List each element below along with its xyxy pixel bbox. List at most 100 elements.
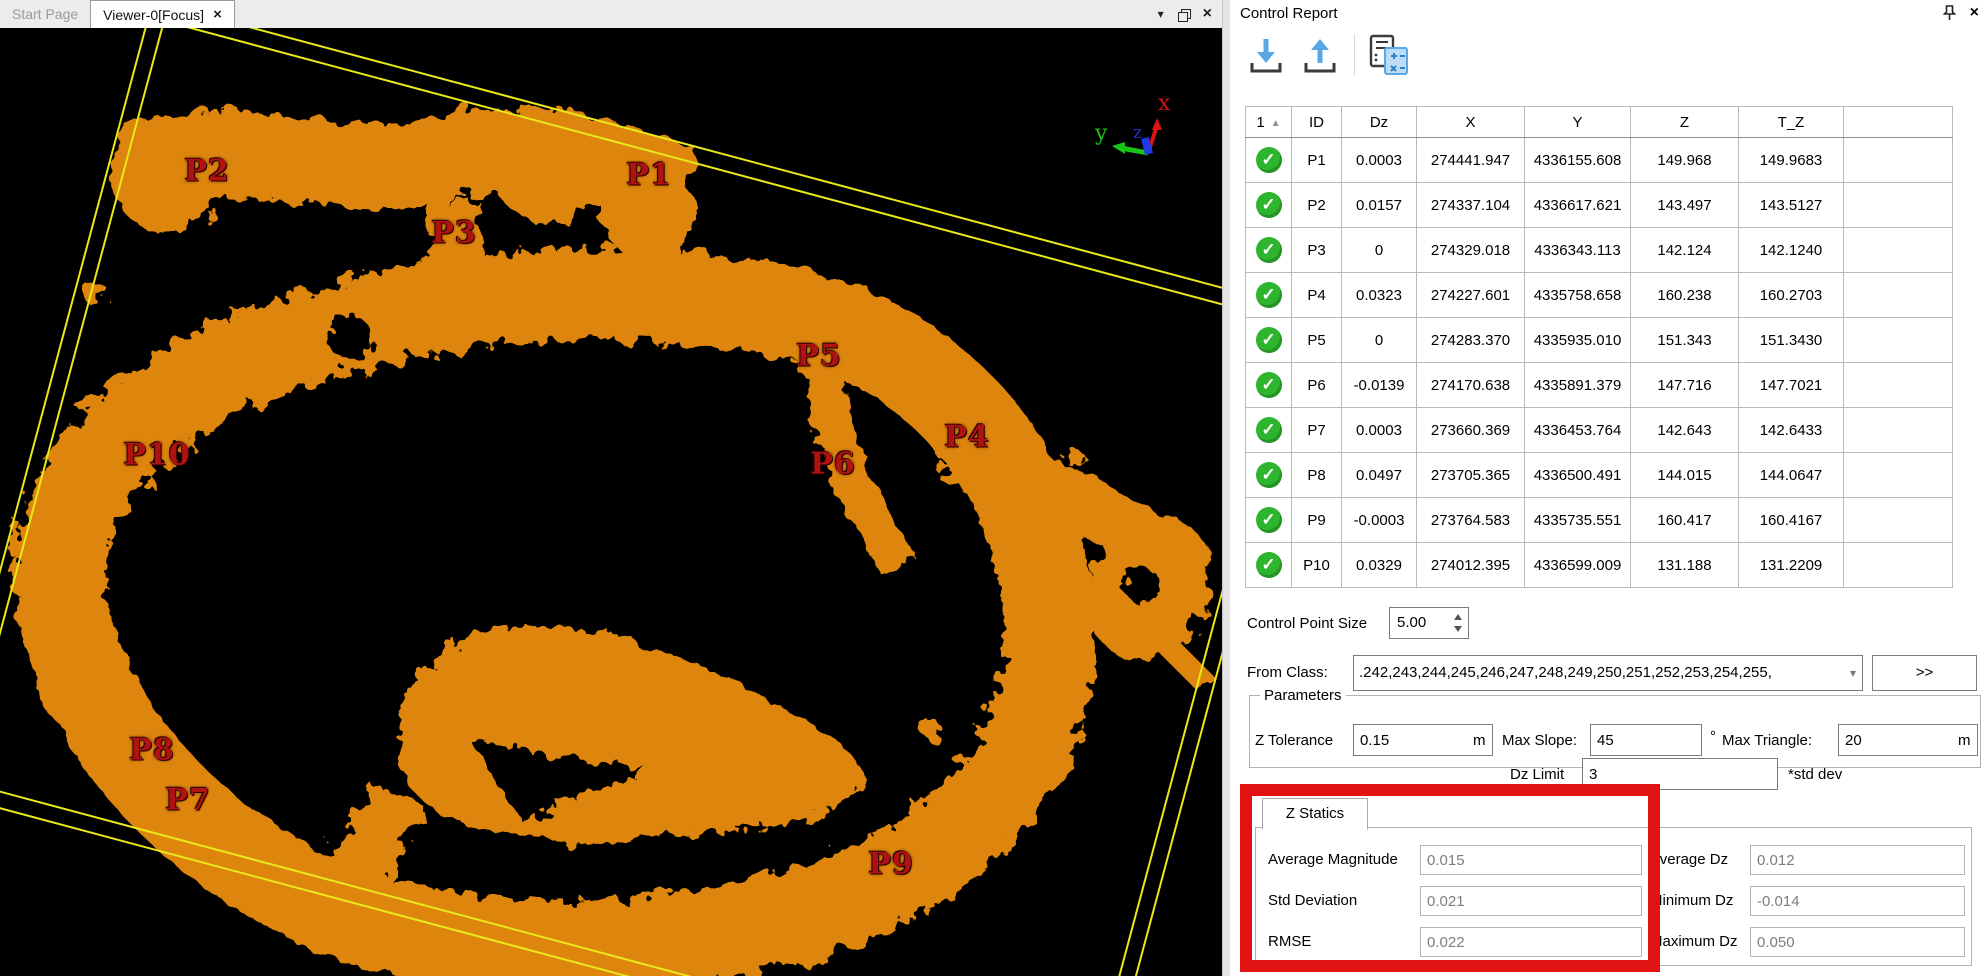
table-cell: 144.015 (1631, 453, 1739, 498)
table-row[interactable]: ✓P10.0003274441.9474336155.608149.968149… (1246, 138, 1953, 183)
col-header-x[interactable]: X (1417, 107, 1525, 138)
status-ok-icon: ✓ (1256, 237, 1282, 263)
col-header-empty (1844, 107, 1953, 138)
import-button[interactable] (1242, 32, 1290, 78)
rmse-label: RMSE (1268, 933, 1311, 950)
average-magnitude-field[interactable] (1420, 845, 1642, 875)
export-button[interactable] (1296, 32, 1344, 78)
table-cell: 0.0157 (1342, 183, 1417, 228)
status-ok-icon: ✓ (1256, 507, 1282, 533)
minimum-dz-field[interactable] (1750, 886, 1965, 916)
application-window: Start Page Viewer-0[Focus] × ▾ × (0, 0, 1987, 976)
max-slope-unit: ° (1710, 728, 1716, 745)
tab-z-statics[interactable]: Z Statics (1262, 798, 1368, 830)
table-cell: P2 (1292, 183, 1342, 228)
control-points-table: 1▲ ID Dz X Y Z T_Z ✓P10.0003274441.94743… (1245, 106, 1953, 588)
table-row[interactable]: ✓P30274329.0184336343.113142.124142.1240 (1246, 228, 1953, 273)
panel-close-icon[interactable]: × (1970, 5, 1979, 21)
table-cell: 160.4167 (1739, 498, 1844, 543)
table-cell: 142.643 (1631, 408, 1739, 453)
maximum-dz-field[interactable] (1750, 927, 1965, 957)
col-header-id[interactable]: ID (1292, 107, 1342, 138)
table-cell: 160.2703 (1739, 273, 1844, 318)
col-header-z[interactable]: Z (1631, 107, 1739, 138)
spinner-down-icon[interactable] (1454, 626, 1462, 632)
spinner-up-icon[interactable] (1454, 614, 1462, 620)
table-cell: 149.9683 (1739, 138, 1844, 183)
table-cell: 274227.601 (1417, 273, 1525, 318)
table-cell: P5 (1292, 318, 1342, 363)
table-cell: 0.0329 (1342, 543, 1417, 588)
tab-start-page-label: Start Page (12, 6, 78, 22)
table-row[interactable]: ✓P9-0.0003273764.5834335735.551160.41716… (1246, 498, 1953, 543)
control-point-label-p4: P4 (944, 420, 989, 455)
compute-report-button[interactable] (1365, 32, 1413, 78)
table-cell-empty (1844, 363, 1953, 408)
table-cell-empty (1844, 273, 1953, 318)
std-deviation-field[interactable] (1420, 886, 1642, 916)
tab-start-page[interactable]: Start Page (0, 0, 90, 28)
table-cell: 274012.395 (1417, 543, 1525, 588)
table-cell: -0.0139 (1342, 363, 1417, 408)
class-expand-button[interactable]: >> (1872, 655, 1977, 691)
table-row[interactable]: ✓P20.0157274337.1044336617.621143.497143… (1246, 183, 1953, 228)
upload-icon (1300, 35, 1340, 75)
dz-limit-input[interactable] (1582, 758, 1778, 790)
table-row[interactable]: ✓P100.0329274012.3954336599.009131.18813… (1246, 543, 1953, 588)
table-cell: 274170.638 (1417, 363, 1525, 408)
tab-viewer-0[interactable]: Viewer-0[Focus] × (90, 0, 235, 29)
rmse-field[interactable] (1420, 927, 1642, 957)
point-cloud-viewport[interactable]: P1P2P3P4P5P6P7P8P9P10 x y z (0, 28, 1222, 976)
control-point-label-p7: P7 (165, 783, 210, 818)
status-ok-icon: ✓ (1256, 282, 1282, 308)
minimum-dz-label: Minimum Dz (1650, 892, 1733, 909)
z-tolerance-input[interactable] (1353, 724, 1493, 756)
table-row[interactable]: ✓P70.0003273660.3694336453.764142.643142… (1246, 408, 1953, 453)
float-window-icon[interactable] (1178, 9, 1189, 20)
z-tolerance-unit: m (1473, 732, 1486, 749)
table-cell: 274283.370 (1417, 318, 1525, 363)
table-row[interactable]: ✓P40.0323274227.6014335758.658160.238160… (1246, 273, 1953, 318)
max-triangle-label: Max Triangle: (1722, 732, 1812, 749)
tab-close-icon[interactable]: × (213, 6, 222, 23)
status-ok-icon: ✓ (1256, 462, 1282, 488)
table-cell: P8 (1292, 453, 1342, 498)
col-header-dz[interactable]: Dz (1342, 107, 1417, 138)
viewer-close-icon[interactable]: × (1203, 6, 1212, 22)
axis-z-label: z (1133, 123, 1142, 143)
sort-ascending-icon: ▲ (1271, 118, 1281, 129)
toolbar-separator (1354, 34, 1355, 76)
average-dz-field[interactable] (1750, 845, 1965, 875)
download-icon (1246, 35, 1286, 75)
max-triangle-unit: m (1958, 732, 1971, 749)
pin-icon[interactable] (1943, 5, 1956, 21)
table-row[interactable]: ✓P6-0.0139274170.6384335891.379147.71614… (1246, 363, 1953, 408)
maximum-dz-label: Maximum Dz (1650, 933, 1738, 950)
control-point-size-spinner[interactable]: 5.00 (1389, 607, 1469, 639)
col-header-status[interactable]: 1▲ (1246, 107, 1292, 138)
table-row[interactable]: ✓P50274283.3704335935.010151.343151.3430 (1246, 318, 1953, 363)
max-triangle-input[interactable] (1838, 724, 1978, 756)
table-cell: 274441.947 (1417, 138, 1525, 183)
tab-menu-caret-icon[interactable]: ▾ (1158, 7, 1164, 21)
table-cell: 273764.583 (1417, 498, 1525, 543)
axis-x-label: x (1158, 91, 1171, 116)
average-dz-label: Average Dz (1650, 851, 1728, 868)
control-point-label-p3: P3 (431, 216, 476, 251)
table-header-row: 1▲ ID Dz X Y Z T_Z (1246, 107, 1953, 138)
table-cell: 0.0497 (1342, 453, 1417, 498)
status-ok-icon: ✓ (1256, 417, 1282, 443)
control-point-size-value: 5.00 (1397, 614, 1426, 631)
table-cell: 143.5127 (1739, 183, 1844, 228)
from-class-combobox[interactable]: .242,243,244,245,246,247,248,249,250,251… (1353, 655, 1863, 691)
max-slope-input[interactable] (1590, 724, 1702, 756)
col-header-tz[interactable]: T_Z (1739, 107, 1844, 138)
table-cell: P7 (1292, 408, 1342, 453)
table-cell: 144.0647 (1739, 453, 1844, 498)
table-cell: 0.0003 (1342, 408, 1417, 453)
table-cell: 131.2209 (1739, 543, 1844, 588)
table-cell: 4335758.658 (1525, 273, 1631, 318)
status-ok-icon: ✓ (1256, 552, 1282, 578)
col-header-y[interactable]: Y (1525, 107, 1631, 138)
table-row[interactable]: ✓P80.0497273705.3654336500.491144.015144… (1246, 453, 1953, 498)
